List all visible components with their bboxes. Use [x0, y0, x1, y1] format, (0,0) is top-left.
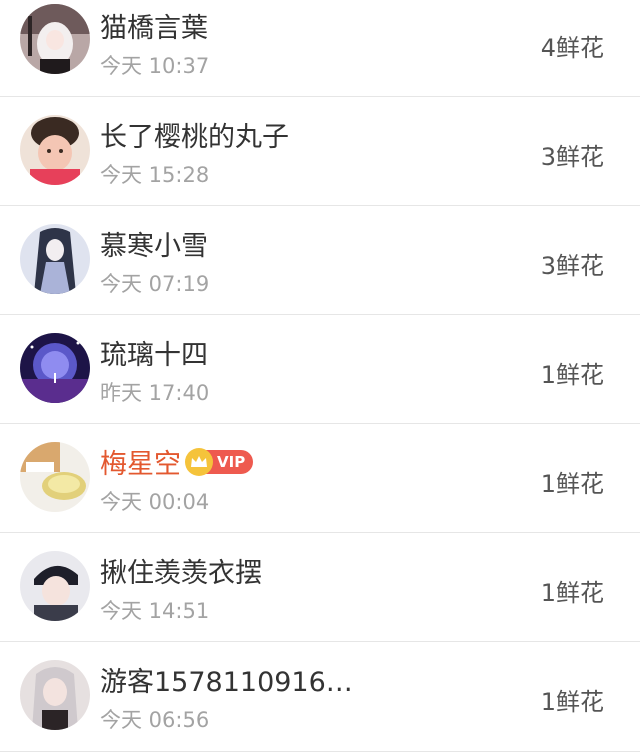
flower-giver-list: 猫橋言葉 今天 10:37 4鲜花 长了樱桃的丸子 今天 15:28 3鲜花 慕…: [0, 0, 640, 752]
crown-icon: [185, 447, 213, 476]
flower-count: 3鲜花: [540, 252, 604, 280]
list-item[interactable]: 揪住羡羡衣摆 今天 14:51 1鲜花: [0, 533, 640, 642]
timestamp: 今天 15:28: [100, 163, 210, 187]
user-name: 游客1578110916…: [100, 667, 353, 698]
flower-count: 3鲜花: [540, 143, 604, 171]
list-item[interactable]: 游客1578110916… 今天 06:56 1鲜花: [0, 642, 640, 752]
timestamp: 昨天 17:40: [100, 381, 210, 405]
flower-count: 1鲜花: [540, 470, 604, 498]
timestamp: 今天 10:37: [100, 54, 210, 78]
flower-count: 1鲜花: [540, 361, 604, 389]
list-item[interactable]: 琉璃十四 昨天 17:40 1鲜花: [0, 315, 640, 424]
vip-badge[interactable]: VIP: [185, 447, 254, 476]
list-item[interactable]: 猫橋言葉 今天 10:37 4鲜花: [0, 0, 640, 97]
avatar[interactable]: [20, 4, 90, 74]
avatar[interactable]: [20, 660, 90, 730]
user-name: 梅星空 VIP: [100, 442, 254, 481]
avatar[interactable]: [20, 551, 90, 621]
list-item[interactable]: 长了樱桃的丸子 今天 15:28 3鲜花: [0, 97, 640, 206]
avatar[interactable]: [20, 333, 90, 403]
user-name: 猫橋言葉: [100, 13, 208, 44]
timestamp: 今天 06:56: [100, 708, 210, 732]
timestamp: 今天 07:19: [100, 272, 210, 296]
user-name-text: 梅星空: [100, 449, 181, 480]
list-item[interactable]: 慕寒小雪 今天 07:19 3鲜花: [0, 206, 640, 315]
avatar[interactable]: [20, 224, 90, 294]
avatar[interactable]: [20, 115, 90, 185]
timestamp: 今天 14:51: [100, 599, 210, 623]
flower-count: 4鲜花: [540, 34, 604, 62]
user-name: 慕寒小雪: [100, 231, 208, 262]
user-name: 揪住羡羡衣摆: [100, 558, 262, 589]
flower-count: 1鲜花: [540, 688, 604, 716]
flower-count: 1鲜花: [540, 579, 604, 607]
user-name: 琉璃十四: [100, 340, 208, 371]
timestamp: 今天 00:04: [100, 490, 210, 514]
list-item[interactable]: 梅星空 VIP 今天 00:04 1鲜花: [0, 424, 640, 533]
avatar[interactable]: [20, 442, 90, 512]
user-name: 长了樱桃的丸子: [100, 122, 289, 153]
